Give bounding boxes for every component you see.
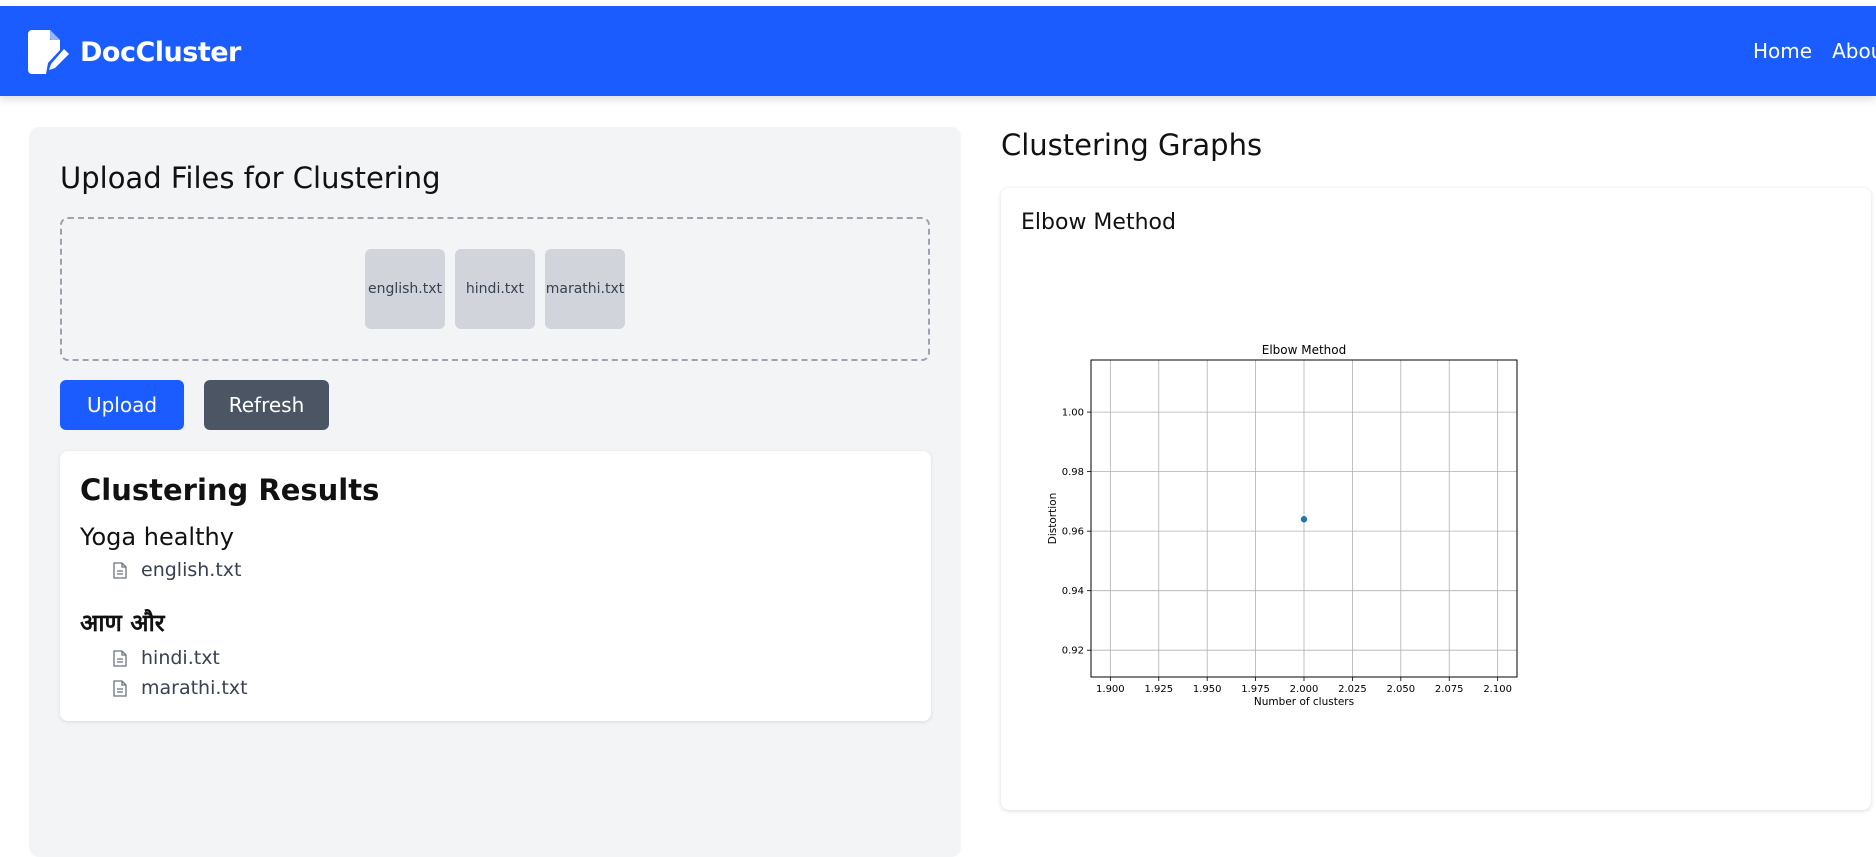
upload-title: Upload Files for Clustering xyxy=(60,161,441,195)
x-tick-label: 1.950 xyxy=(1193,684,1222,695)
nav-link-home[interactable]: Home xyxy=(1753,39,1812,63)
file-chip[interactable]: english.txt xyxy=(365,249,445,329)
file-name: hindi.txt xyxy=(141,647,220,669)
y-tick-label: 0.92 xyxy=(1062,646,1084,657)
refresh-button[interactable]: Refresh xyxy=(204,380,329,430)
document-icon xyxy=(113,679,127,697)
x-tick-label: 2.000 xyxy=(1290,684,1319,695)
x-tick-label: 1.900 xyxy=(1096,684,1125,695)
file-chip[interactable]: hindi.txt xyxy=(455,249,535,329)
x-tick-label: 2.100 xyxy=(1483,684,1512,695)
list-item[interactable]: english.txt xyxy=(80,555,241,585)
file-pen-icon xyxy=(28,30,69,74)
cluster-file-list: english.txt xyxy=(80,555,241,585)
list-item[interactable]: hindi.txt xyxy=(80,643,248,673)
upload-panel: Upload Files for Clustering english.txt … xyxy=(29,127,961,857)
x-tick-label: 1.975 xyxy=(1241,684,1270,695)
elbow-graph-card: Elbow Method 1.900 1.925 1.950 1.975 2.000 2.… xyxy=(1001,188,1871,810)
upload-button[interactable]: Upload xyxy=(60,380,184,430)
file-name: marathi.txt xyxy=(141,677,248,699)
data-point xyxy=(1300,516,1308,523)
y-tick-label: 0.94 xyxy=(1062,586,1084,597)
x-tick-label: 1.925 xyxy=(1144,684,1173,695)
file-chip[interactable]: marathi.txt xyxy=(545,249,625,329)
x-tick-label: 2.075 xyxy=(1435,684,1464,695)
y-axis-label: Distortion xyxy=(1047,493,1059,544)
results-title: Clustering Results xyxy=(80,473,380,507)
file-name: english.txt xyxy=(141,559,242,581)
cluster-title: Yoga healthy xyxy=(80,523,234,551)
y-tick-label: 0.98 xyxy=(1062,467,1084,478)
cluster-file-list: hindi.txt marathi.txt xyxy=(80,643,248,703)
chart-title: Elbow Method xyxy=(1262,343,1347,357)
brand-name: DocCluster xyxy=(80,36,241,68)
cluster-group: Yoga healthy english.txt xyxy=(80,523,241,585)
y-tick-label: 1.00 xyxy=(1062,408,1084,419)
navbar: DocCluster Home About xyxy=(0,6,1876,96)
document-icon xyxy=(113,561,127,579)
graphs-title: Clustering Graphs xyxy=(1001,128,1263,162)
document-icon xyxy=(113,649,127,667)
nav-link-about[interactable]: About xyxy=(1832,39,1876,63)
file-dropzone[interactable]: english.txt hindi.txt marathi.txt xyxy=(60,217,930,361)
nav-links: Home About xyxy=(1753,39,1876,63)
y-tick-label: 0.96 xyxy=(1062,527,1084,538)
x-tick-label: 2.025 xyxy=(1338,684,1367,695)
elbow-chart: 1.900 1.925 1.950 1.975 2.000 2.025 2.050 2.075… xyxy=(1047,343,1518,708)
x-axis-label: Number of clusters xyxy=(1254,696,1354,708)
results-card: Clustering Results Yoga healthy english.… xyxy=(60,451,931,721)
x-tick-label: 2.050 xyxy=(1386,684,1415,695)
brand[interactable]: DocCluster xyxy=(28,30,241,74)
list-item[interactable]: marathi.txt xyxy=(80,673,248,703)
cluster-title: आण और xyxy=(80,609,165,637)
cluster-group: आण और hindi.txt marathi.txt xyxy=(80,606,248,703)
